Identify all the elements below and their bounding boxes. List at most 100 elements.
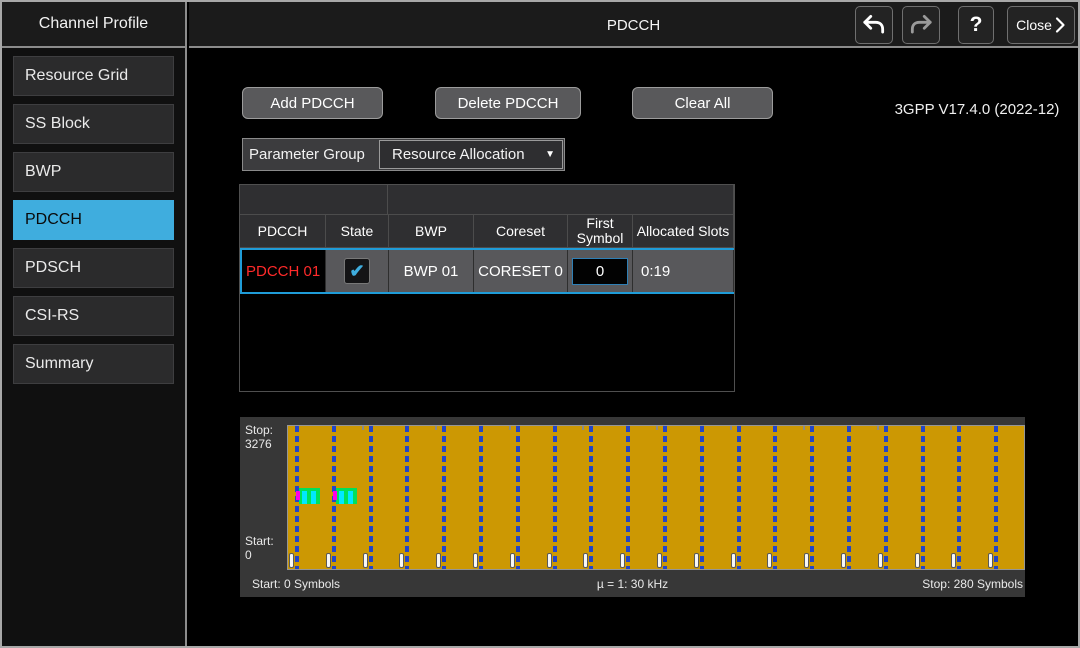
resource-grid-chart: Stop:3276 Start:0 Start: 0 Symbols µ = 1… bbox=[240, 417, 1025, 597]
slot-boundary-line bbox=[369, 426, 373, 569]
column-header-state: State bbox=[326, 215, 389, 248]
resource-grid-plot[interactable] bbox=[287, 425, 1025, 570]
x-axis-start-label: Start: 0 Symbols bbox=[252, 578, 340, 592]
top-axis-tick bbox=[877, 426, 879, 430]
cell-coreset[interactable]: CORESET 0 bbox=[474, 250, 568, 292]
chevron-right-icon bbox=[1054, 16, 1066, 34]
table-group-header-row bbox=[240, 185, 734, 215]
standard-version-label: 3GPP V17.4.0 (2022-12) bbox=[882, 101, 1072, 118]
table-row[interactable]: PDCCH 01 ✔ BWP 01 CORESET 0 0:19 bbox=[240, 248, 734, 294]
slot-boundary-line bbox=[700, 426, 704, 569]
slot-boundary-line bbox=[663, 426, 667, 569]
slot-start-marker bbox=[620, 553, 625, 568]
delete-pdcch-button[interactable]: Delete PDCCH bbox=[435, 87, 581, 119]
cell-bwp[interactable]: BWP 01 bbox=[389, 250, 474, 292]
topbar-actions: ? Close bbox=[855, 6, 1075, 44]
y-axis-start-label: Start:0 bbox=[245, 535, 274, 563]
sss-block bbox=[348, 491, 353, 504]
sidebar-item-summary[interactable]: Summary bbox=[13, 344, 174, 384]
parameter-group-box: Parameter Group Resource Allocation ▼ bbox=[242, 138, 565, 171]
undo-button[interactable] bbox=[855, 6, 893, 44]
x-axis-stop-label: Stop: 280 Symbols bbox=[922, 578, 1023, 592]
sidebar-item-bwp[interactable]: BWP bbox=[13, 152, 174, 192]
sidebar-title: Channel Profile bbox=[2, 2, 185, 48]
sss-block bbox=[311, 491, 316, 504]
pss-block bbox=[333, 491, 337, 500]
undo-icon bbox=[861, 13, 887, 37]
sidebar-item-pdcch[interactable]: PDCCH bbox=[13, 200, 174, 240]
dropdown-selected-value: Resource Allocation bbox=[380, 146, 545, 163]
column-header-first-symbol: First Symbol bbox=[568, 215, 633, 248]
sidebar-item-csi-rs[interactable]: CSI-RS bbox=[13, 296, 174, 336]
cell-allocated-slots[interactable]: 0:19 bbox=[633, 250, 734, 292]
parameter-group-dropdown[interactable]: Resource Allocation ▼ bbox=[379, 140, 563, 169]
cell-state: ✔ bbox=[326, 250, 389, 292]
slot-boundary-line bbox=[773, 426, 777, 569]
topbar: PDCCH ? Close bbox=[189, 2, 1078, 48]
slot-start-marker bbox=[326, 553, 331, 568]
pss-block bbox=[296, 491, 300, 500]
slot-boundary-line bbox=[921, 426, 925, 569]
close-button[interactable]: Close bbox=[1007, 6, 1075, 44]
slot-start-marker bbox=[657, 553, 662, 568]
slot-boundary-line bbox=[626, 426, 630, 569]
cell-pdcch-name[interactable]: PDCCH 01 bbox=[242, 250, 326, 292]
slot-boundary-line bbox=[516, 426, 520, 569]
page-title: PDCCH bbox=[607, 2, 660, 48]
slot-start-marker bbox=[399, 553, 404, 568]
slot-boundary-line bbox=[479, 426, 483, 569]
slot-boundary-line bbox=[884, 426, 888, 569]
top-axis-tick bbox=[950, 426, 952, 430]
slot-start-marker bbox=[694, 553, 699, 568]
top-axis-tick bbox=[509, 426, 511, 430]
column-header-allocated-slots: Allocated Slots bbox=[633, 215, 734, 248]
top-axis-tick bbox=[656, 426, 658, 430]
sidebar-item-resource-grid[interactable]: Resource Grid bbox=[13, 56, 174, 96]
top-axis-tick bbox=[582, 426, 584, 430]
slot-start-marker bbox=[841, 553, 846, 568]
top-axis-tick bbox=[435, 426, 437, 430]
redo-icon bbox=[908, 13, 934, 37]
slot-boundary-line bbox=[957, 426, 961, 569]
group-header-cell bbox=[388, 185, 734, 215]
group-header-cell bbox=[240, 185, 388, 215]
first-symbol-input[interactable] bbox=[572, 258, 628, 285]
slot-start-marker bbox=[915, 553, 920, 568]
slot-start-marker bbox=[878, 553, 883, 568]
sss-block bbox=[339, 491, 344, 504]
slot-start-marker bbox=[289, 553, 294, 568]
sss-block bbox=[302, 491, 307, 504]
top-axis-tick bbox=[803, 426, 805, 430]
top-axis-tick bbox=[362, 426, 364, 430]
sidebar-item-ss-block[interactable]: SS Block bbox=[13, 104, 174, 144]
ss-block-marker bbox=[333, 488, 357, 504]
column-header-bwp: BWP bbox=[389, 215, 474, 248]
table-header-row: PDCCHStateBWPCoresetFirst SymbolAllocate… bbox=[240, 215, 734, 248]
slot-boundary-line bbox=[810, 426, 814, 569]
pdcch-table: PDCCHStateBWPCoresetFirst SymbolAllocate… bbox=[239, 184, 735, 392]
ss-block-marker bbox=[296, 488, 320, 504]
numerology-label: µ = 1: 30 kHz bbox=[597, 578, 668, 592]
column-header-pdcch: PDCCH bbox=[240, 215, 326, 248]
cell-first-symbol bbox=[568, 250, 633, 292]
sidebar-item-list: Resource Grid SS Block BWP PDCCH PDSCH CSI-RS… bbox=[2, 56, 185, 384]
add-pdcch-button[interactable]: Add PDCCH bbox=[242, 87, 383, 119]
slot-start-marker bbox=[436, 553, 441, 568]
slot-start-marker bbox=[363, 553, 368, 568]
app-window: Channel Profile Resource Grid SS Block BWP… bbox=[0, 0, 1080, 648]
redo-button[interactable] bbox=[902, 6, 940, 44]
clear-all-button[interactable]: Clear All bbox=[632, 87, 773, 119]
slot-boundary-line bbox=[405, 426, 409, 569]
sidebar-item-pdsch[interactable]: PDSCH bbox=[13, 248, 174, 288]
slot-start-marker bbox=[473, 553, 478, 568]
state-checkbox[interactable]: ✔ bbox=[344, 258, 370, 284]
y-axis-stop-label: Stop:3276 bbox=[245, 424, 273, 452]
slot-boundary-line bbox=[994, 426, 998, 569]
dropdown-arrow-icon: ▼ bbox=[545, 149, 562, 160]
help-button[interactable]: ? bbox=[958, 6, 994, 44]
parameter-group-label: Parameter Group bbox=[249, 139, 365, 170]
slot-boundary-line bbox=[442, 426, 446, 569]
slot-boundary-line bbox=[553, 426, 557, 569]
slot-start-marker bbox=[731, 553, 736, 568]
slot-start-marker bbox=[951, 553, 956, 568]
